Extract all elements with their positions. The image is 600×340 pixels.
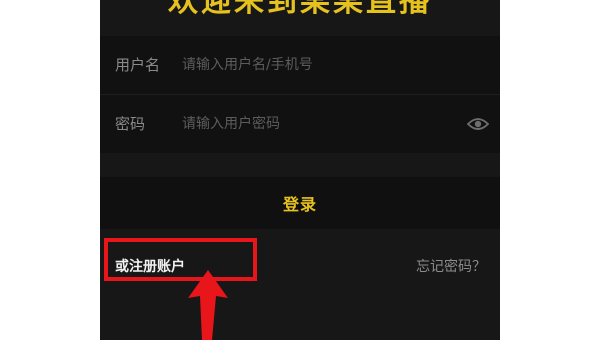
username-label: 用户名: [115, 56, 161, 74]
register-link[interactable]: 或注册账户: [115, 256, 185, 276]
password-input[interactable]: [182, 111, 452, 137]
eye-icon[interactable]: [466, 116, 490, 132]
forgot-password-link[interactable]: 忘记密码？: [416, 256, 486, 276]
screenshot-page: 欢迎来到某某直播 用户名 密码 登录 或注册账户 忘记密码？: [0, 0, 600, 340]
login-screen: 欢迎来到某某直播 用户名 密码 登录 或注册账户 忘记密码？: [100, 0, 500, 340]
username-row: 用户名: [100, 36, 500, 94]
username-input[interactable]: [182, 52, 452, 78]
password-row: 密码: [100, 95, 500, 153]
password-label: 密码: [115, 115, 146, 133]
welcome-title: 欢迎来到某某直播: [168, 0, 432, 19]
login-button[interactable]: 登录: [100, 177, 500, 229]
